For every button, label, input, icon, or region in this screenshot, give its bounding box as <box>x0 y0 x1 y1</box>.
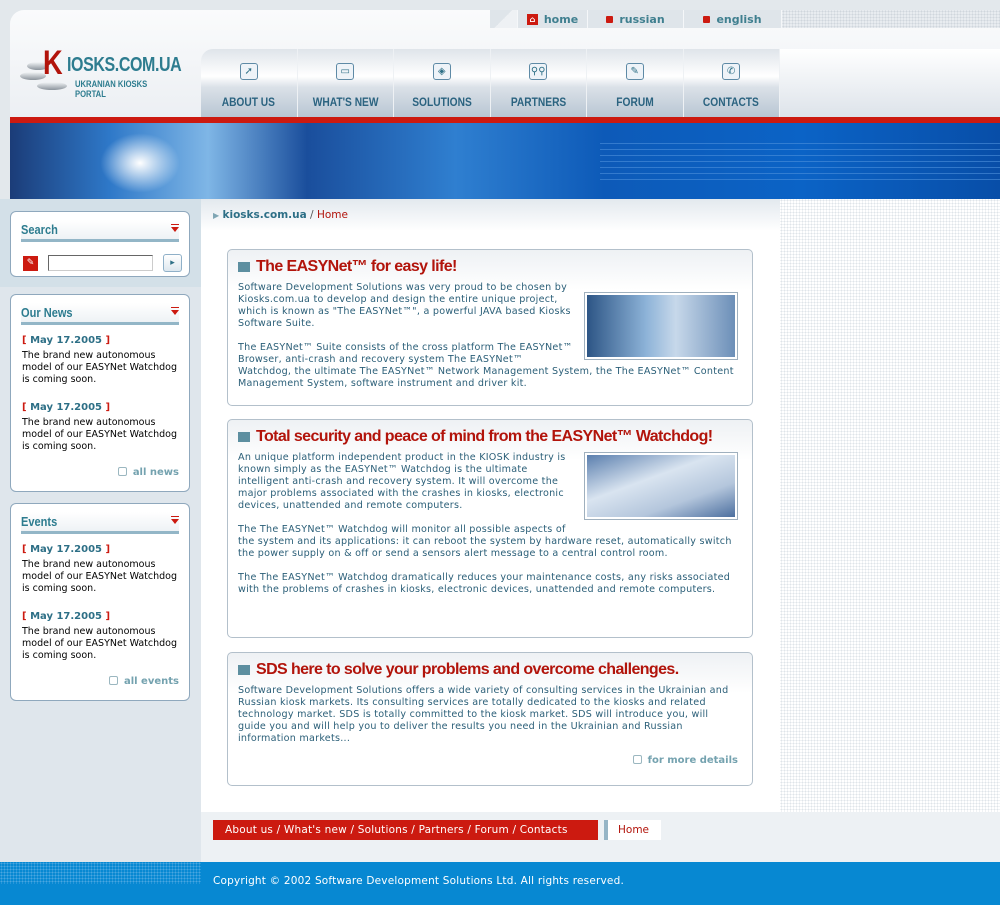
nav-item-contacts[interactable]: ✆ CONTACTS <box>683 49 780 117</box>
breadcrumb-sep: / <box>310 209 314 221</box>
article-watchdog: Total security and peace of mind from th… <box>227 419 753 638</box>
event-text: The brand new autonomous model of our EA… <box>22 559 178 594</box>
all-news-label: all news <box>132 467 179 478</box>
box-icon: ◈ <box>432 63 451 80</box>
article-easynet: The EASYNet™ for easy life! Software Dev… <box>227 249 753 406</box>
home-icon: ⌂ <box>526 13 538 25</box>
nav-item-solutions[interactable]: ◈ SOLUTIONS <box>394 49 491 117</box>
article-title: Total security and peace of mind from th… <box>256 428 713 445</box>
event-item[interactable]: [ May 17.2005 ] The brand new autonomous … <box>22 544 178 595</box>
collapse-icon[interactable] <box>171 307 179 315</box>
russian-label: russian <box>619 12 665 26</box>
article-paragraph: The The EASYNet™ Watchdog dramatically r… <box>238 572 731 595</box>
event-text: The brand new autonomous model of our EA… <box>22 626 178 661</box>
bullet-icon <box>238 665 250 675</box>
search-box: Search ✎ ▸ <box>10 211 190 277</box>
news-text: The brand new autonomous model of our EA… <box>22 350 178 385</box>
nav-item-what-s-new[interactable]: ▭ WHAT'S NEW <box>297 49 394 117</box>
magnifier-icon <box>108 676 118 685</box>
all-events-label: all events <box>123 676 179 687</box>
news-item[interactable]: [ May 17.2005 ] The brand new autonomous … <box>22 402 178 453</box>
search-input[interactable] <box>48 255 153 271</box>
nav-item-about-us[interactable]: ➚ ABOUT US <box>201 49 298 117</box>
article-title: The EASYNet™ for easy life! <box>256 258 457 275</box>
nav-label: SOLUTIONS <box>411 95 472 109</box>
kiosk-photo <box>584 292 738 360</box>
news-box: Our News [ May 17.2005 ] The brand new au… <box>10 294 190 492</box>
logo-tagline: UKRANIAN KIOSKS PORTAL <box>75 79 148 99</box>
home-link[interactable]: ⌂ home <box>518 10 588 28</box>
nav-label: FORUM <box>616 95 654 109</box>
more-details-link[interactable]: for more details <box>238 755 738 766</box>
top-links: ⌂ home russian english <box>490 10 1000 28</box>
edit-icon: ✎ <box>625 63 644 80</box>
dotted-pattern <box>782 10 1000 28</box>
news-item[interactable]: [ May 17.2005 ] The brand new autonomous … <box>22 335 178 386</box>
nav-item-forum[interactable]: ✎ FORUM <box>587 49 684 117</box>
news-title: Our News <box>21 305 73 320</box>
logo-text: IOSKS.COM.UA <box>67 54 182 76</box>
bullet-icon <box>606 15 614 23</box>
monitor-icon: ▭ <box>336 63 355 80</box>
article-paragraph: The The EASYNet™ Watchdog will monitor a… <box>238 524 732 559</box>
nav-label: WHAT'S NEW <box>312 95 379 109</box>
search-icon: ✎ <box>23 255 38 271</box>
search-go-button[interactable]: ▸ <box>163 254 182 272</box>
main-nav: ➚ ABOUT US ▭ WHAT'S NEW ◈ SOLUTIONS ⚲⚲ PARTNERS… <box>201 49 780 117</box>
collapse-icon[interactable] <box>171 516 179 524</box>
watchdog-device-photo <box>584 452 738 520</box>
footer-links[interactable]: About us / What's new / Solutions / Part… <box>213 820 598 840</box>
people-icon: ⚲⚲ <box>529 63 548 80</box>
footer-dots <box>0 862 201 884</box>
home-label: home <box>543 12 579 26</box>
logo-k: K <box>43 44 63 82</box>
event-date: May 17.2005 <box>30 544 103 555</box>
events-title: Events <box>21 514 58 529</box>
topbar-corner <box>490 10 518 28</box>
breadcrumb: ▶ kiosks.com.ua / Home <box>201 199 780 231</box>
article-sds: SDS here to solve your problems and over… <box>227 652 753 786</box>
collapse-icon[interactable] <box>171 224 179 232</box>
nav-label: ABOUT US <box>222 95 276 109</box>
news-text: The brand new autonomous model of our EA… <box>22 417 178 452</box>
article-title: SDS here to solve your problems and over… <box>256 661 679 678</box>
footer-home-link[interactable]: Home <box>604 820 661 840</box>
russian-link[interactable]: russian <box>588 10 684 28</box>
event-date: May 17.2005 <box>30 611 103 622</box>
banner-image <box>10 123 1000 199</box>
events-box: Events [ May 17.2005 ] The brand new auto… <box>10 503 190 701</box>
phone-icon: ✆ <box>722 63 741 80</box>
magnifier-icon <box>117 467 127 476</box>
breadcrumb-root[interactable]: kiosks.com.ua <box>223 209 307 221</box>
event-item[interactable]: [ May 17.2005 ] The brand new autonomous … <box>22 611 178 662</box>
all-news-link[interactable]: all news <box>21 467 179 478</box>
english-link[interactable]: english <box>684 10 782 28</box>
search-title: Search <box>21 222 58 237</box>
all-events-link[interactable]: all events <box>21 676 179 687</box>
bullet-icon <box>238 262 250 272</box>
logo[interactable]: K IOSKS.COM.UA UKRANIAN KIOSKS PORTAL <box>15 42 195 102</box>
nav-label: CONTACTS <box>703 95 760 109</box>
right-pattern <box>780 199 1000 812</box>
english-label: english <box>716 12 762 26</box>
bullet-icon <box>703 15 711 23</box>
bullet-icon <box>238 432 250 442</box>
nav-filler <box>780 49 1000 117</box>
article-paragraph: Software Development Solutions offers a … <box>238 685 729 744</box>
copyright: Copyright © 2002 Software Development So… <box>213 875 624 887</box>
news-date: May 17.2005 <box>30 335 103 346</box>
arrow-icon: ▶ <box>213 211 220 220</box>
more-details-label: for more details <box>647 755 738 766</box>
nav-item-partners[interactable]: ⚲⚲ PARTNERS <box>490 49 587 117</box>
pointer-icon: ➚ <box>239 63 258 80</box>
magnifier-icon <box>632 755 642 764</box>
page-bottom <box>0 905 1000 921</box>
breadcrumb-current: Home <box>316 209 348 221</box>
news-date: May 17.2005 <box>30 402 103 413</box>
nav-label: PARTNERS <box>510 95 566 109</box>
